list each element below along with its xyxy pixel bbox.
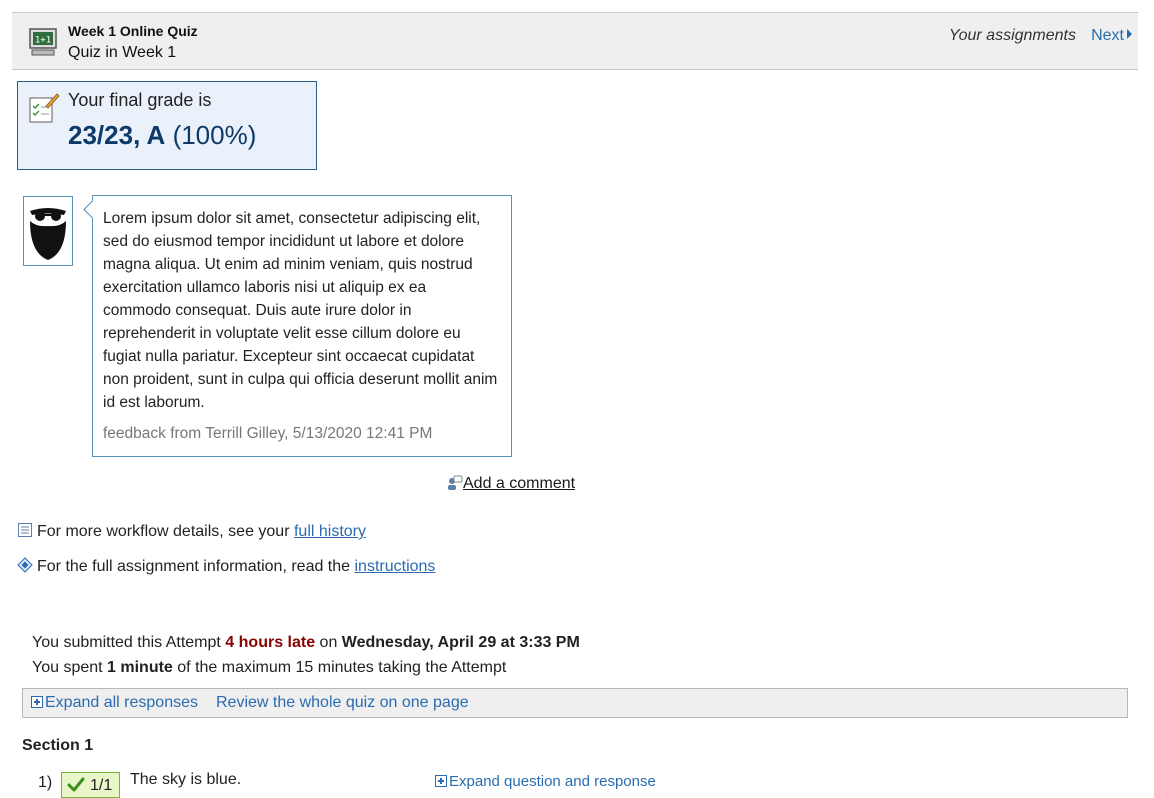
spent-value: 1 minute	[107, 659, 173, 676]
spent-prefix: You spent	[32, 659, 108, 676]
expand-question-button[interactable]: Expand question and response	[435, 773, 656, 790]
bearded-man-avatar-icon	[30, 208, 66, 260]
expand-all-label: Expand all responses	[45, 694, 198, 711]
question-number: 1)	[38, 774, 53, 791]
instructions-link[interactable]: instructions	[355, 558, 436, 575]
submitted-on: on	[315, 634, 342, 651]
instructions-prefix: For the full assignment information, rea…	[37, 558, 355, 575]
submitted-prefix: You submitted this Attempt	[32, 634, 226, 651]
grade-value: 23/23, A (100%)	[68, 120, 256, 151]
expand-question-label: Expand question and response	[449, 773, 656, 790]
submission-line: You submitted this Attempt 4 hours late …	[32, 630, 580, 655]
late-label: 4 hours late	[225, 634, 316, 651]
final-grade-box: Your final grade is 23/23, A (100%)	[17, 81, 317, 170]
expand-all-responses-button[interactable]: Expand all responses	[31, 694, 198, 712]
question-score-badge: 1/1	[61, 772, 120, 798]
time-spent-line: You spent 1 minute of the maximum 15 min…	[32, 655, 580, 680]
responses-toolbar: Expand all responses Review the whole qu…	[22, 688, 1128, 718]
grade-label: Your final grade is	[68, 90, 212, 110]
history-line: For more workflow details, see your full…	[17, 522, 366, 541]
submission-info: You submitted this Attempt 4 hours late …	[32, 630, 580, 680]
instructions-line: For the full assignment information, rea…	[17, 557, 435, 576]
full-history-link[interactable]: full history	[294, 523, 366, 540]
feedback-text: Lorem ipsum dolor sit amet, consectetur …	[103, 210, 498, 411]
history-prefix: For more workflow details, see your	[37, 523, 294, 540]
question-text: The sky is blue.	[130, 771, 242, 788]
add-comment-link[interactable]: Add a comment	[447, 475, 575, 493]
feedback-bubble: Lorem ipsum dolor sit amet, consectetur …	[92, 195, 512, 457]
quiz-title: Week 1 Online Quiz	[68, 23, 198, 39]
review-whole-quiz-link[interactable]: Review the whole quiz on one page	[216, 694, 469, 712]
quiz-subtitle: Quiz in Week 1	[68, 44, 177, 61]
arrow-right-icon	[1127, 29, 1132, 39]
feedback-meta: feedback from Terrill Gilley, 5/13/2020 …	[103, 425, 433, 442]
expand-plus-icon	[435, 775, 447, 787]
instructions-diamond-icon	[17, 557, 33, 573]
graded-checklist-icon	[29, 93, 60, 123]
spent-suffix: of the maximum 15 minutes taking the Att…	[172, 659, 507, 676]
grade-percent: (100%)	[172, 120, 257, 150]
expand-plus-icon	[31, 696, 43, 708]
svg-text:1+1: 1+1	[35, 36, 51, 46]
add-comment-label: Add a comment	[463, 475, 576, 492]
avatar	[23, 196, 73, 266]
assignment-header: 1+1 Week 1 Online Quiz Quiz in Week 1 Yo…	[12, 12, 1138, 70]
grade-score: 23/23, A	[68, 120, 166, 150]
check-icon	[67, 777, 85, 792]
comment-person-icon	[448, 475, 463, 490]
question-score: 1/1	[90, 777, 113, 794]
section-title: Section 1	[22, 737, 94, 754]
next-label: Next	[1091, 27, 1124, 44]
next-button[interactable]: Next	[1091, 27, 1132, 45]
submission-date: Wednesday, April 29 at 3:33 PM	[341, 634, 580, 651]
quiz-computer-icon: 1+1	[29, 28, 57, 56]
your-assignments-link[interactable]: Your assignments	[949, 27, 1076, 45]
history-list-icon	[18, 523, 32, 537]
